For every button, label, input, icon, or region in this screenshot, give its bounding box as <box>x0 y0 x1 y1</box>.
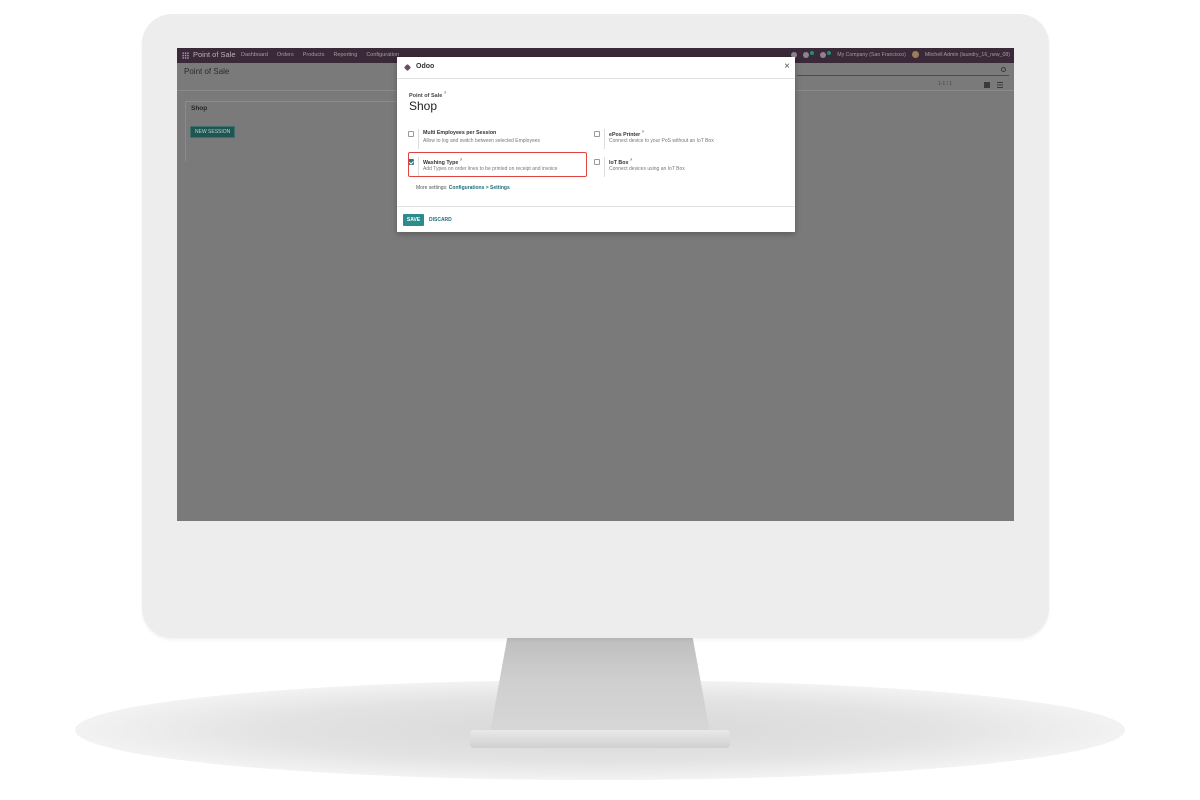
card-title: Shop <box>191 105 208 112</box>
search-icon[interactable] <box>1001 67 1006 72</box>
systray: My Company (San Francisco) Mitchell Admi… <box>791 50 1010 58</box>
setting-divider <box>604 129 605 149</box>
list-view-icon[interactable] <box>997 82 1003 88</box>
epos-printer-checkbox[interactable] <box>594 131 600 137</box>
dialog-footer: SAVE DISCARD <box>397 206 795 232</box>
odoo-logo-icon <box>403 63 412 72</box>
settings-link[interactable]: Configurations > Settings <box>449 185 510 191</box>
menu-item-products[interactable]: Products <box>303 52 325 58</box>
field-label-text: Point of Sale <box>409 92 443 99</box>
main-menu: Dashboard Orders Products Reporting Conf… <box>241 52 399 58</box>
search-input[interactable] <box>797 66 1009 76</box>
save-button[interactable]: SAVE <box>403 214 424 226</box>
field-label: Point of Sale ? <box>409 90 446 99</box>
app-grid-icon[interactable] <box>182 52 189 59</box>
setting-title-text: ePos Printer <box>609 131 641 138</box>
close-icon[interactable]: × <box>784 61 790 73</box>
setting-divider <box>418 129 419 149</box>
app-name[interactable]: Point of Sale <box>193 50 236 59</box>
menu-item-orders[interactable]: Orders <box>277 52 294 58</box>
user-menu[interactable]: Mitchell Admin (laundry_16_new_08) <box>925 52 1010 58</box>
setting-description: Connect devices using an IoT Box <box>609 166 685 172</box>
setting-title: ePos Printer ? <box>609 130 644 138</box>
more-settings-prefix: More settings: <box>416 185 448 191</box>
highlight-box <box>408 152 587 177</box>
setting-title-text: IoT Box <box>609 159 629 166</box>
setting-description: Connect device to your PoS without an Io… <box>609 138 714 144</box>
help-tooltip[interactable]: ? <box>444 90 446 95</box>
setting-epos-printer: ePos Printer ? Connect device to your Po… <box>587 129 767 151</box>
setting-divider <box>604 157 605 177</box>
record-name[interactable]: Shop <box>409 99 437 113</box>
kanban-view-icon[interactable] <box>984 82 990 88</box>
avatar[interactable] <box>911 51 919 58</box>
dialog-header: Odoo × <box>397 57 795 79</box>
setting-description: Allow to log and switch between selected… <box>423 138 541 144</box>
pager[interactable]: 1-1 / 1 <box>938 81 952 87</box>
activity-badge <box>827 50 832 55</box>
setting-title: IoT Box ? <box>609 158 632 166</box>
monitor-stand-base <box>470 730 730 748</box>
discard-button[interactable]: DISCARD <box>429 214 452 226</box>
dialog-title: Odoo <box>416 63 435 70</box>
menu-item-configuration[interactable]: Configuration <box>366 52 399 58</box>
chat-icon[interactable] <box>803 51 810 58</box>
company-switcher[interactable]: My Company (San Francisco) <box>837 52 906 58</box>
menu-item-dashboard[interactable]: Dashboard <box>241 52 268 58</box>
chat-badge <box>810 50 815 55</box>
more-settings: More settings: Configurations > Settings <box>416 185 510 191</box>
menu-item-reporting[interactable]: Reporting <box>333 52 357 58</box>
settings-dialog: Odoo × Point of Sale ? Shop Multi Employ… <box>397 57 795 232</box>
multi-employees-checkbox[interactable] <box>408 131 414 137</box>
setting-multi-employees: Multi Employees per Session Allow to log… <box>401 129 581 151</box>
setting-iot-box: IoT Box ? Connect devices using an IoT B… <box>587 157 767 179</box>
clock-icon[interactable] <box>820 51 827 58</box>
help-tooltip[interactable]: ? <box>642 130 644 134</box>
new-session-button[interactable]: NEW SESSION <box>190 126 236 138</box>
iot-box-checkbox[interactable] <box>594 159 600 165</box>
page-title: Point of Sale <box>184 67 230 76</box>
help-tooltip[interactable]: ? <box>630 158 632 162</box>
setting-title: Multi Employees per Session <box>423 130 497 136</box>
